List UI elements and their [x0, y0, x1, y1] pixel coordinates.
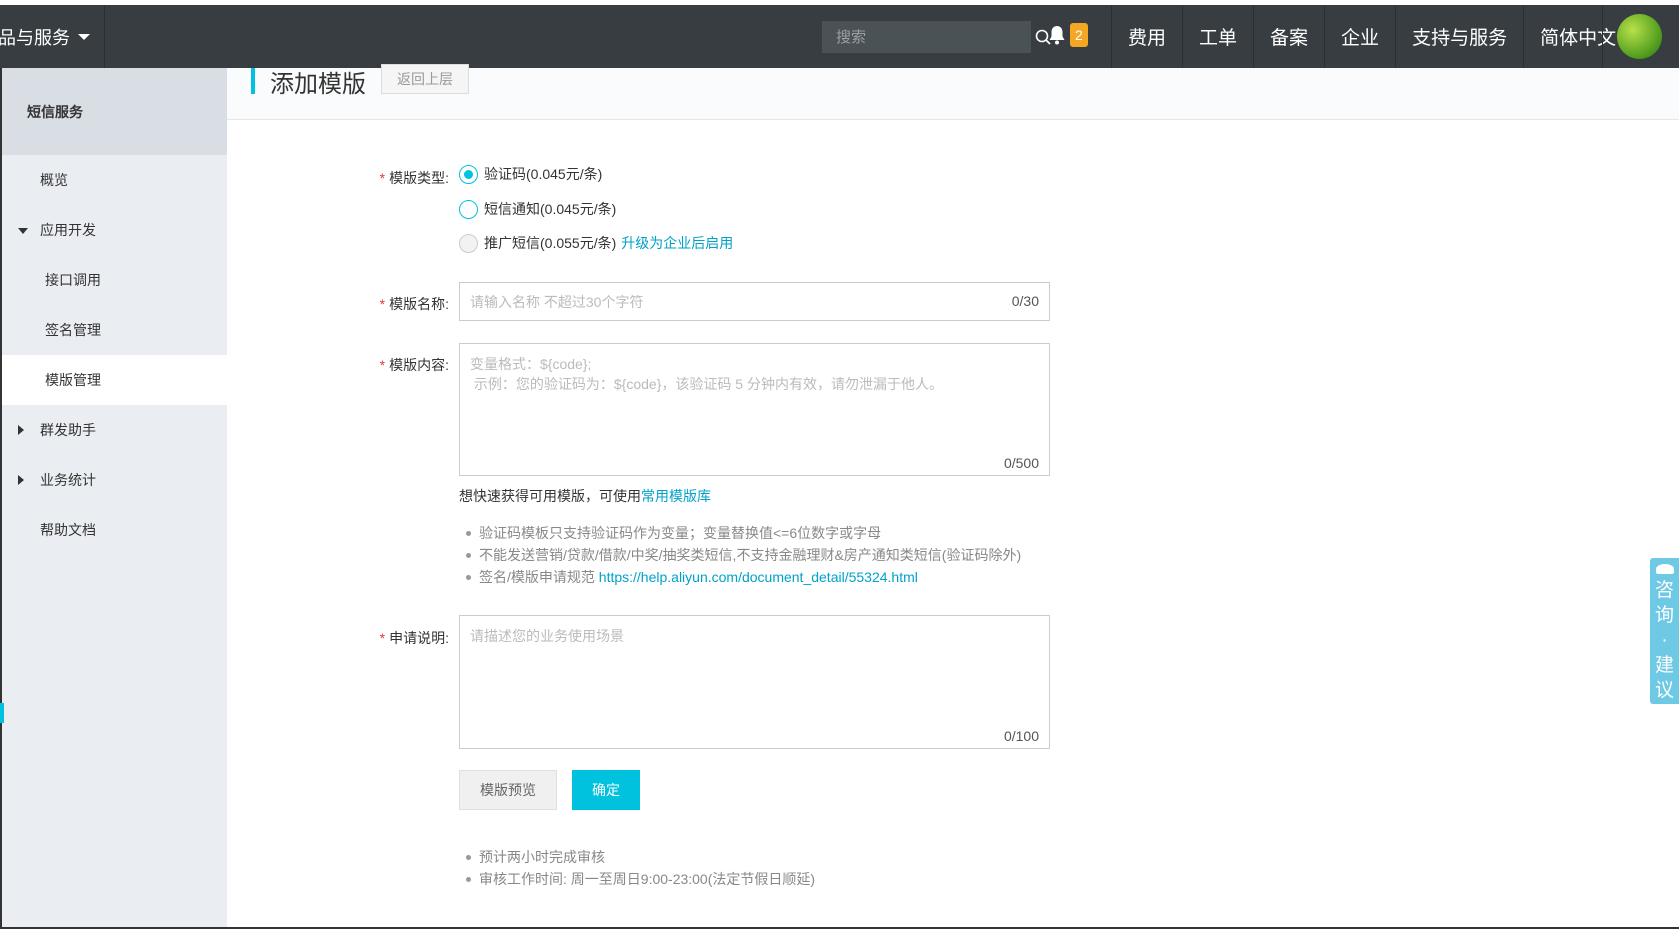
desc-label: * 申请说明: — [349, 628, 449, 648]
rule3-text: 签名/模版申请规范 — [479, 569, 599, 585]
sidebar-item-overview[interactable]: 概览 — [2, 155, 227, 205]
caret-right-icon — [18, 425, 24, 435]
sidebar-item-label: 群发助手 — [40, 422, 96, 438]
sidebar-item-label: 接口调用 — [45, 272, 101, 288]
sidebar: 短信服务 概览 应用开发 接口调用 签名管理 模版管理 群发助手 业务统计 帮助… — [0, 68, 227, 929]
required-marker: * — [379, 170, 386, 186]
sidebar-item-label: 签名管理 — [45, 322, 101, 338]
avatar — [1617, 14, 1662, 59]
sidebar-item-help-docs[interactable]: 帮助文档 — [2, 505, 227, 555]
radio-promotion: 推广短信(0.055元/条) 升级为企业后启用 — [459, 233, 733, 253]
name-counter: 0/30 — [1011, 293, 1039, 309]
content-label-text: 模版内容: — [389, 357, 449, 373]
page-header: 添加模版 返回上层 — [227, 64, 1679, 120]
type-label-text: 模版类型: — [389, 170, 449, 186]
caret-right-icon — [18, 475, 24, 485]
nav-billing[interactable]: 费用 — [1111, 5, 1182, 68]
user-menu[interactable] — [1602, 5, 1679, 68]
list-item: 签名/模版申请规范 https://help.aliyun.com/docume… — [463, 566, 1021, 588]
quick-tip: 想快速获得可用模版，可使用常用模版库 — [459, 486, 711, 506]
radio-label: 验证码(0.045元/条) — [484, 166, 603, 182]
review-notes: 预计两小时完成审核 审核工作时间: 周一至周日9:00-23:00(法定节假日顺… — [463, 846, 815, 890]
list-item: 审核工作时间: 周一至周日9:00-23:00(法定节假日顺延) — [463, 868, 815, 890]
list-item: 不能发送营销/贷款/借款/中奖/抽奖类短信,不支持金融理财&房产通知类短信(验证… — [463, 544, 1021, 566]
top-navbar: 品与服务 2 费用 工单 备案 企业 支持与服务 简体中文 — [0, 5, 1679, 68]
sidebar-item-label: 业务统计 — [40, 472, 96, 488]
desc-textarea[interactable] — [460, 616, 1049, 722]
sidebar-item-api-calls[interactable]: 接口调用 — [2, 255, 227, 305]
consult-feedback-tab[interactable]: 咨 询 · 建 议 — [1650, 558, 1679, 704]
notification-badge: 2 — [1070, 23, 1088, 47]
sidebar-item-label: 应用开发 — [40, 222, 96, 238]
nav-tickets[interactable]: 工单 — [1182, 5, 1253, 68]
content-label: * 模版内容: — [349, 355, 449, 375]
content-field: 0/500 — [459, 343, 1050, 476]
nav-enterprise[interactable]: 企业 — [1324, 5, 1395, 68]
sidebar-item-app-dev[interactable]: 应用开发 — [2, 205, 227, 255]
quick-tip-text: 想快速获得可用模版，可使用 — [459, 488, 641, 504]
desc-counter: 0/100 — [1003, 728, 1039, 744]
confirm-button[interactable]: 确定 — [572, 770, 640, 810]
top-nav: 费用 工单 备案 企业 支持与服务 简体中文 — [1111, 5, 1632, 68]
radio-disabled-icon — [459, 233, 478, 253]
upgrade-enterprise-link[interactable]: 升级为企业后启用 — [621, 233, 733, 253]
consult-char: 建 — [1654, 655, 1674, 676]
sidebar-item-statistics[interactable]: 业务统计 — [2, 455, 227, 505]
nav-support[interactable]: 支持与服务 — [1395, 5, 1523, 68]
sidebar-item-label: 模版管理 — [45, 372, 101, 388]
required-marker: * — [379, 296, 386, 312]
type-label: * 模版类型: — [349, 168, 449, 188]
radio-label: 推广短信(0.055元/条) — [484, 235, 617, 251]
chevron-down-icon — [78, 33, 90, 40]
notifications-button[interactable]: 2 — [1048, 23, 1088, 47]
nav-icp-filing[interactable]: 备案 — [1253, 5, 1324, 68]
search-box — [822, 21, 1051, 53]
sidebar-item-label: 帮助文档 — [40, 522, 96, 538]
sidebar-item-label: 概览 — [40, 172, 68, 188]
radio-label: 短信通知(0.045元/条) — [484, 201, 617, 217]
desc-label-text: 申请说明: — [389, 630, 449, 646]
rules-list: 验证码模板只支持验证码作为变量；变量替换值<=6位数字或字母 不能发送营销/贷款… — [463, 522, 1021, 588]
template-library-link[interactable]: 常用模版库 — [641, 488, 711, 504]
sidebar-collapse-marker — [0, 703, 4, 723]
radio-notification[interactable]: 短信通知(0.045元/条) — [459, 199, 616, 219]
name-field: 0/30 — [459, 282, 1050, 321]
radio-checked-icon — [459, 164, 478, 184]
sidebar-title: 短信服务 — [2, 68, 227, 155]
consult-char: 询 — [1654, 605, 1674, 626]
sidebar-item-templates[interactable]: 模版管理 — [2, 355, 227, 405]
desc-field: 0/100 — [459, 615, 1050, 749]
title-accent-bar — [251, 68, 255, 94]
name-input[interactable] — [460, 283, 1049, 320]
list-item: 验证码模板只支持验证码作为变量；变量替换值<=6位数字或字母 — [463, 522, 1021, 544]
chat-icon — [1655, 564, 1674, 574]
name-label: * 模版名称: — [349, 294, 449, 314]
radio-unchecked-icon — [459, 199, 478, 219]
name-label-text: 模版名称: — [389, 296, 449, 312]
content-textarea[interactable] — [460, 344, 1049, 449]
back-button[interactable]: 返回上层 — [381, 64, 469, 94]
preview-button[interactable]: 模版预览 — [459, 770, 557, 810]
required-marker: * — [379, 357, 386, 373]
products-menu-label: 品与服务 — [0, 27, 70, 48]
consult-char: 议 — [1654, 680, 1674, 701]
sidebar-item-signatures[interactable]: 签名管理 — [2, 305, 227, 355]
main-content: 添加模版 返回上层 * 模版类型: 验证码(0.045元/条) 短信通知(0.04… — [227, 64, 1679, 929]
consult-char: · — [1661, 630, 1668, 651]
page-title: 添加模版 — [270, 71, 366, 98]
caret-down-icon — [18, 228, 28, 234]
search-input[interactable] — [822, 21, 1035, 53]
products-menu[interactable]: 品与服务 — [0, 5, 105, 68]
bell-icon — [1049, 26, 1065, 45]
consult-char: 咨 — [1654, 580, 1674, 601]
sidebar-item-bulk-send[interactable]: 群发助手 — [2, 405, 227, 455]
content-counter: 0/500 — [1003, 455, 1039, 471]
spec-link[interactable]: https://help.aliyun.com/document_detail/… — [599, 569, 918, 585]
radio-verification-code[interactable]: 验证码(0.045元/条) — [459, 164, 602, 184]
list-item: 预计两小时完成审核 — [463, 846, 815, 868]
required-marker: * — [379, 630, 386, 646]
